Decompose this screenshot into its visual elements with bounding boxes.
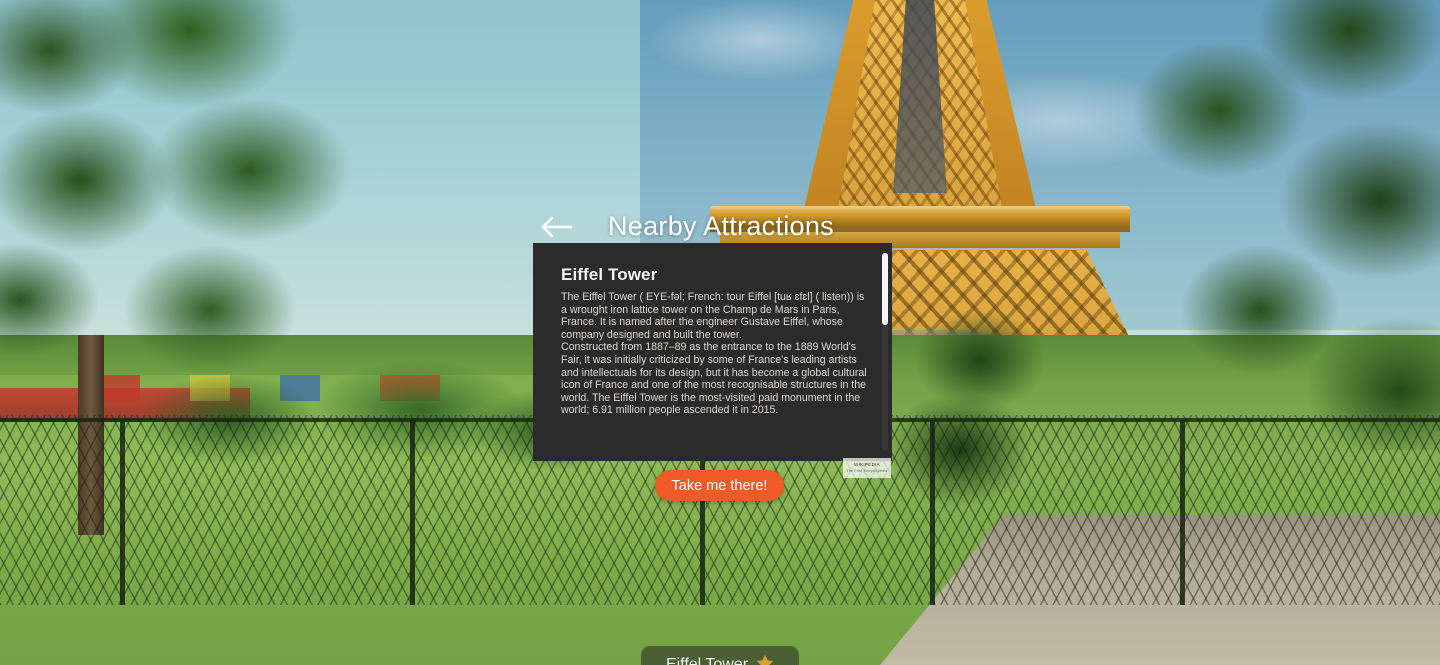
attraction-description: The Eiffel Tower ( EYE-fəl; French: tour… [561,291,869,446]
take-me-there-button[interactable]: Take me there! [655,470,784,501]
panorama-scene[interactable]: Nearby Attractions Eiffel Tower The Eiff… [0,0,1440,665]
description-paragraph-2: Constructed from 1887–89 as the entrance… [561,341,867,417]
panel-scrollbar[interactable] [882,253,888,451]
wikipedia-watermark: WIKIPEDIA The Free Encyclopedia [843,458,891,478]
overlay-ui: Nearby Attractions Eiffel Tower The Eiff… [0,0,1440,665]
attraction-info-panel[interactable]: Eiffel Tower The Eiffel Tower ( EYE-fəl;… [533,243,892,461]
current-attraction-chip[interactable]: Eiffel Tower [641,646,799,665]
panel-scroll-thumb[interactable] [882,253,888,325]
watermark-line-2: The Free Encyclopedia [846,469,888,473]
back-arrow-icon[interactable] [540,214,574,240]
page-title: Nearby Attractions [607,211,834,241]
star-icon [756,654,774,665]
current-attraction-label: Eiffel Tower [665,656,749,665]
description-paragraph-1: The Eiffel Tower ( EYE-fəl; French: tour… [561,291,865,341]
attraction-title: Eiffel Tower [561,265,658,284]
